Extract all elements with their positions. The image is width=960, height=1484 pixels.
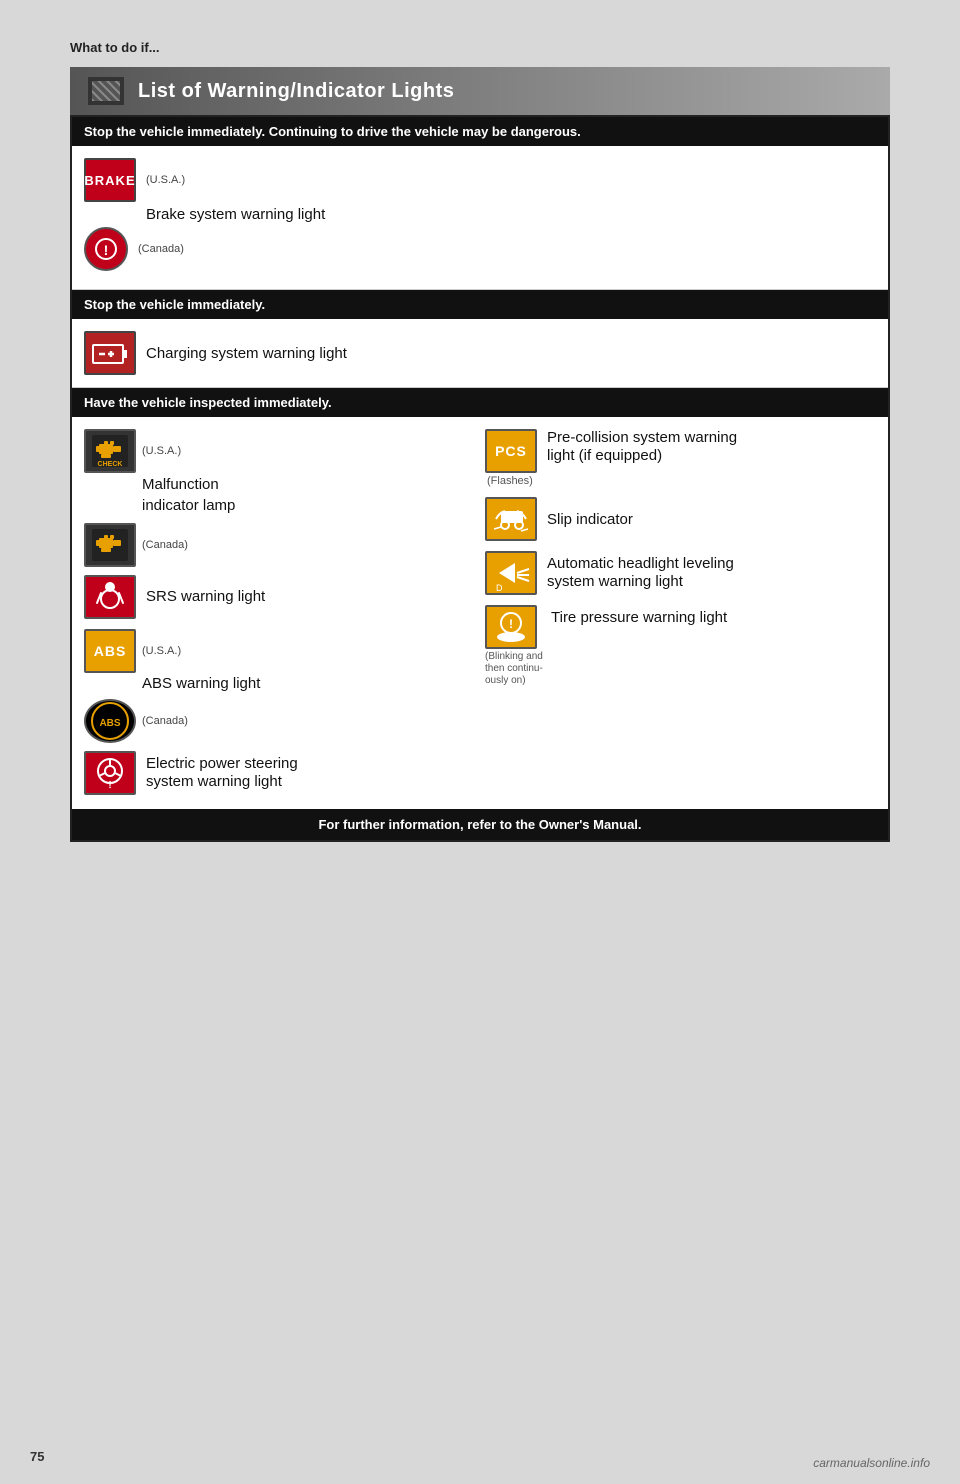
check-engine-usa-svg: CHECK [91, 434, 129, 468]
usa-label: (U.S.A.) [146, 174, 185, 186]
battery-icon [84, 331, 136, 375]
svg-text:!: ! [108, 780, 111, 791]
malfunction-desc: Malfunctionindicator lamp [142, 476, 235, 514]
abs-canada-label: (Canada) [142, 715, 188, 727]
section-label: What to do if... [70, 40, 890, 55]
srs-icon [84, 575, 136, 619]
eps-icon: ! [84, 751, 136, 795]
svg-text:!: ! [104, 242, 109, 258]
right-column: PCS (Flashes) Pre-collision system warni… [485, 429, 876, 795]
check-engine-usa-icon: CHECK [84, 429, 136, 473]
header-title: List of Warning/Indicator Lights [138, 80, 454, 103]
slip-desc: Slip indicator [547, 511, 633, 528]
canada-label: (Canada) [138, 243, 184, 255]
svg-text:CHECK: CHECK [98, 461, 123, 468]
header-icon [88, 77, 124, 105]
brake-icon-usa: BRAKE [84, 158, 136, 202]
brake-desc: Brake system warning light [146, 206, 325, 223]
warning-lights-table: Stop the vehicle immediately. Continuing… [70, 115, 890, 842]
section-stop-header: Stop the vehicle immediately. [72, 290, 888, 319]
abs-desc: ABS warning light [142, 675, 260, 692]
tire-pressure-icon: ! [485, 605, 537, 649]
charging-desc: Charging system warning light [146, 345, 347, 362]
page-content: What to do if... List of Warning/Indicat… [0, 0, 960, 902]
pcs-flash-label: (Flashes) [487, 475, 533, 487]
svg-text:!: ! [509, 617, 513, 631]
footer-bar: For further information, refer to the Ow… [72, 809, 888, 840]
two-col-layout: CHECK (U.S.A.) Malfunctionindicator lamp [84, 429, 876, 795]
section-stop-content: Charging system warning light [72, 319, 888, 388]
svg-text:D: D [496, 583, 503, 591]
srs-svg [91, 579, 129, 615]
pcs-icon: PCS [485, 429, 537, 473]
section-inspect-header: Have the vehicle inspected immediately. [72, 388, 888, 417]
abs-usa-label: (U.S.A.) [142, 645, 181, 657]
headlight-desc: Automatic headlight levelingsystem warni… [547, 555, 734, 591]
left-column: CHECK (U.S.A.) Malfunctionindicator lamp [84, 429, 475, 795]
section-stop-dangerous-header: Stop the vehicle immediately. Continuing… [72, 117, 888, 146]
check-canada-label: (Canada) [142, 539, 188, 551]
eps-svg: ! [91, 755, 129, 791]
eps-desc: Electric power steeringsystem warning li… [146, 755, 298, 791]
slip-svg [491, 501, 531, 537]
srs-desc: SRS warning light [146, 588, 265, 605]
abs-canada-icon: ABS [84, 699, 136, 743]
check-engine-canada-svg [91, 528, 129, 562]
abs-canada-svg: ABS [90, 701, 130, 741]
check-usa-label: (U.S.A.) [142, 445, 181, 457]
headlight-level-icon: D [485, 551, 537, 595]
brake-icon-canada: ! [84, 227, 128, 271]
circle-exclaim-svg: ! [95, 236, 117, 262]
list-header: List of Warning/Indicator Lights [70, 67, 890, 115]
tire-pressure-svg: ! [492, 609, 530, 645]
page-number: 75 [30, 1449, 44, 1464]
section-inspect-content: CHECK (U.S.A.) Malfunctionindicator lamp [72, 417, 888, 809]
slip-icon [485, 497, 537, 541]
battery-svg [91, 339, 129, 367]
pcs-desc: Pre-collision system warninglight (if eq… [547, 429, 737, 464]
check-engine-canada-icon [84, 523, 136, 567]
headlight-svg: D [491, 555, 531, 591]
section-stop-dangerous-content: BRAKE (U.S.A.) Brake system warning ligh… [72, 146, 888, 290]
svg-text:ABS: ABS [99, 718, 120, 729]
abs-usa-icon: ABS [84, 629, 136, 673]
tire-desc: Tire pressure warning light [551, 609, 727, 626]
watermark: carmanualsonline.info [813, 1456, 930, 1470]
tire-blink-label: (Blinking and then continu- ously on) [485, 651, 547, 687]
